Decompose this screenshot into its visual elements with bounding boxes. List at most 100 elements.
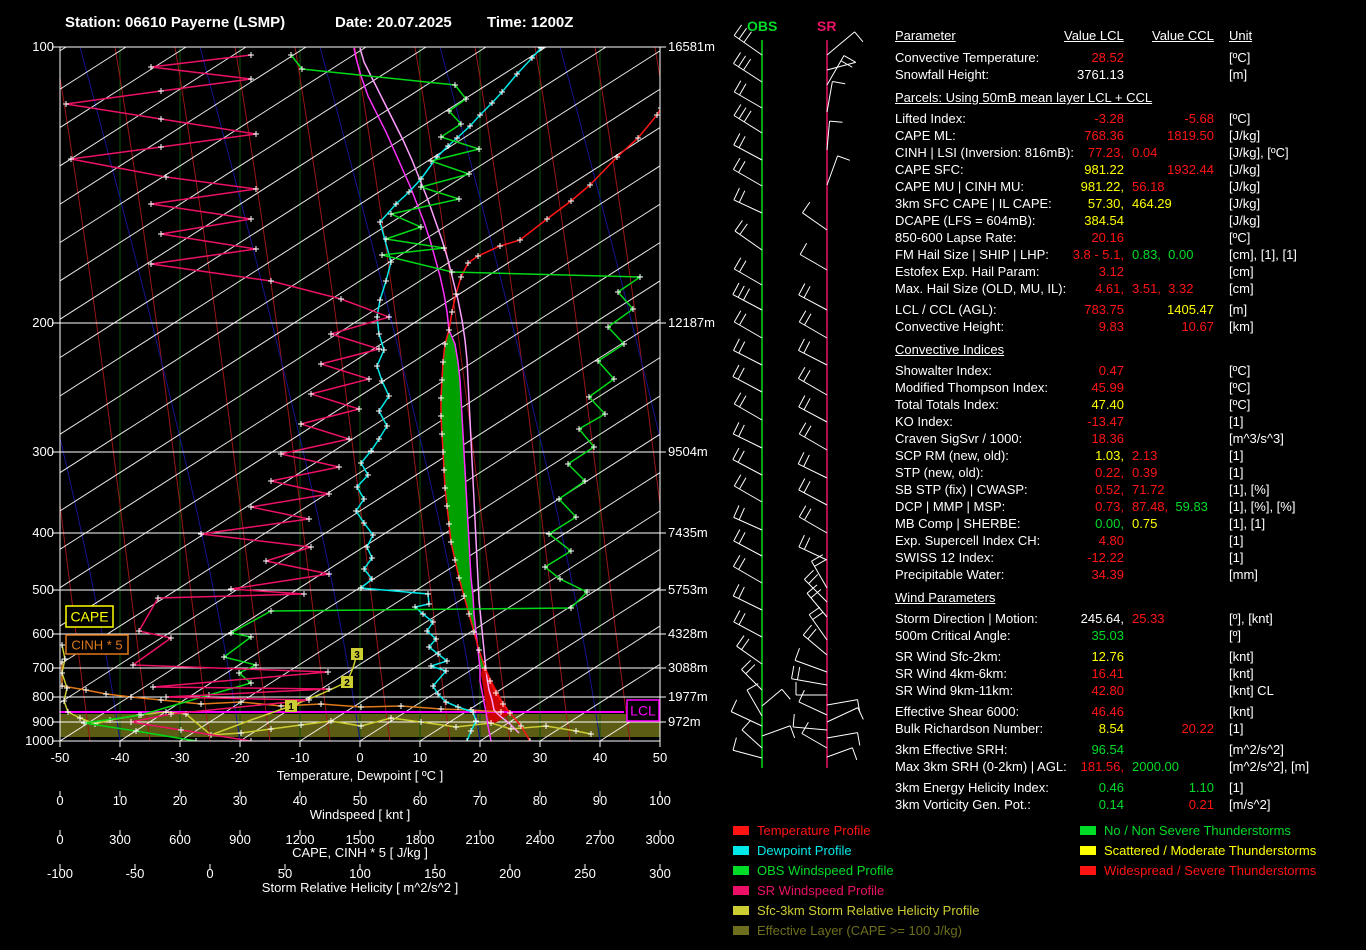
axis-tick-label: 0 [206,866,213,881]
pressure-label: 200 [32,315,54,330]
param-value: 16.41 [1091,666,1124,681]
param-unit: [J/kg] [1229,179,1261,194]
param-value: 245.64, [1080,611,1124,626]
param-unit: [1] [1229,550,1244,565]
param-row: Modified Thompson Index: 45.99 [ºC] [895,379,1363,396]
param-row: SR Wind 4km-6km: 16.41 [knt] [895,665,1363,682]
pressure-label: 400 [32,525,54,540]
legend-label: Scattered / Moderate Thunderstorms [1104,843,1317,858]
legend-label: Widespread / Severe Thunderstorms [1104,863,1317,878]
legend-label: Effective Layer (CAPE >= 100 J/kg) [757,923,962,938]
param-value: 59.83 [1168,499,1208,514]
param-value: 981.22, [1080,179,1124,194]
param-value: 0.21 [1188,797,1214,812]
param-value: 0.22, [1095,465,1124,480]
param-value: 1932.44 [1167,162,1214,177]
axis-tick-label: 2400 [526,832,555,847]
param-unit: [1], [%], [%] [1229,499,1296,514]
legend-item: Widespread / Severe Thunderstorms [1080,861,1316,881]
axis-tick-label: -40 [111,750,130,765]
axis-tick-label: 2100 [466,832,495,847]
param-value: 3761.13 [1077,67,1124,82]
legend-swatch [733,886,749,895]
param-value: 42.80 [1091,683,1124,698]
param-row: Exp. Supercell Index CH: 4.80 [1] [895,532,1363,549]
axis-tick-label: 10 [413,750,427,765]
param-value: 18.36 [1091,431,1124,446]
param-unit: [cm] [1229,264,1254,279]
legend-item: SR Windspeed Profile [733,881,884,901]
param-unit: [m] [1229,67,1248,82]
param-value: 3.8 - 5.1, [1072,247,1124,262]
param-unit: [m/s^2] [1229,797,1271,812]
param-unit: [m^2/s^2], [m] [1229,759,1310,774]
legend-label: SR Windspeed Profile [757,883,885,898]
param-unit: [J/kg] [1229,196,1261,211]
axis-tick-label: 20 [173,793,187,808]
param-row: CAPE ML: 768.36 1819.50 [J/kg] [895,127,1363,144]
axis-title: CAPE, CINH * 5 [ J/kg ] [292,845,428,860]
param-value: 0.47 [1098,363,1124,378]
legend-swatch [733,846,749,855]
param-unit: [cm] [1229,281,1254,296]
param-unit: [J/kg] [1229,128,1261,143]
legend-label: Sfc-3km Storm Relative Helicity Profile [757,903,980,918]
param-value: 4.80 [1098,533,1124,548]
param-row: Lifted Index: -3.28 -5.68 [ºC] [895,110,1363,127]
altitude-label: 972m [668,714,701,729]
param-unit: [1] [1229,448,1244,463]
param-value: -12.22 [1087,550,1124,565]
param-unit: [ºC] [1229,50,1251,65]
legend-swatch [1080,846,1096,855]
param-row: FM Hail Size | SHIP | LHP: 3.8 - 5.1, 0.83… [895,246,1363,263]
axis-tick-label: 150 [424,866,446,881]
param-unit: [1] [1229,414,1244,429]
lcl-label: LCL [630,703,656,719]
param-row: 3km SFC CAPE | IL CAPE: 57.30, 464.29 [J/kg… [895,195,1363,212]
axis-title: Temperature, Dewpoint [ ºC ] [277,768,444,783]
param-row: Convective Temperature: 28.52 [ºC] [895,49,1363,66]
table-section-header: Parcels: Using 50mB mean layer LCL + CCL [895,90,1153,105]
param-value: 0.00 [1160,247,1194,262]
param-value: 1.03, [1095,448,1124,463]
param-value: 0.75 [1132,516,1158,531]
axis-tick-label: 300 [109,832,131,847]
axis-tick-label: 200 [499,866,521,881]
param-row: CINH | LSI (Inversion: 816mB): 77.23, 0.04… [895,144,1363,161]
altitude-label: 5753m [668,582,708,597]
param-value: 10.67 [1181,319,1214,334]
legend-swatch [733,906,749,915]
param-row: SR Wind 9km-11km: 42.80 [knt] CL [895,682,1363,699]
legend-swatch [1080,826,1096,835]
axis-title: Storm Relative Helicity [ m^2/s^2 ] [262,880,458,895]
table-section-header: Convective Indices [895,342,1005,357]
pressure-label: 800 [32,689,54,704]
param-value: 1.10 [1188,780,1214,795]
legend-item: No / Non Severe Thunderstorms [1080,821,1291,841]
param-row: KO Index: -13.47 [1] [895,413,1363,430]
param-row: DCAPE (LFS = 604mB): 384.54 [J/kg] [895,212,1363,229]
legend-item: Scattered / Moderate Thunderstorms [1080,841,1316,861]
axis-tick-label: 20 [473,750,487,765]
legend-swatch [733,826,749,835]
sr-wind-column-label: SR [817,18,837,34]
param-row: Total Totals Index: 47.40 [ºC] [895,396,1363,413]
param-row: Snowfall Height: 3761.13 [m] [895,66,1363,83]
param-unit: [ºC] [1229,380,1251,395]
param-unit: [m^3/s^3] [1229,431,1284,446]
param-value: 2.13 [1132,448,1158,463]
param-value: 35.03 [1091,628,1124,643]
km-marker-label: 2 [344,678,350,689]
altitude-label: 4328m [668,626,708,641]
param-unit: [knt] CL [1229,683,1274,698]
axis-tick-label: 30 [533,750,547,765]
axis-tick-label: -20 [231,750,250,765]
altitude-label: 7435m [668,525,708,540]
param-unit: [m^2/s^2] [1229,742,1284,757]
pressure-label: 300 [32,444,54,459]
pressure-label: 100 [32,39,54,54]
legend-label: Dewpoint Profile [757,843,852,858]
param-value: -5.68 [1184,111,1214,126]
axis-tick-label: -50 [126,866,145,881]
param-value: 0.04 [1132,145,1158,160]
